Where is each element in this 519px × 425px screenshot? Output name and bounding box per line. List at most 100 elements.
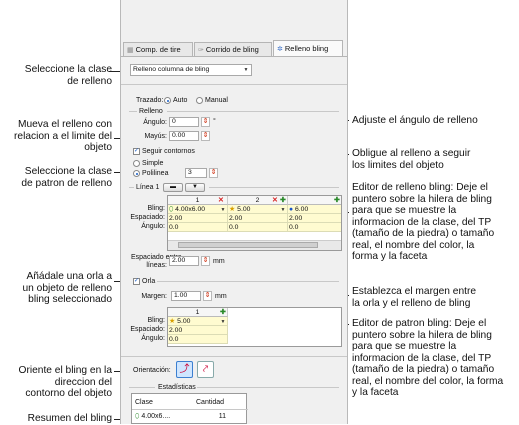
statistics-col-clase: Clase	[135, 399, 153, 406]
annotation-fill-editor: Editor de relleno bling: Deje el puntero…	[352, 182, 495, 262]
annotation-set-margin: Establezca el margen entre la orla y el …	[352, 286, 477, 309]
grid-col-header-2[interactable]: 2	[228, 196, 288, 205]
grid-cell[interactable]: 0.0	[168, 335, 228, 344]
follow-contours-checkbox[interactable]: ✓	[133, 148, 140, 155]
statistics-row-clase: ⬯ 4.00x6....	[135, 413, 171, 420]
divider	[121, 84, 347, 85]
tab-label: Comp. de tire	[135, 45, 181, 54]
tab-relleno-bling[interactable]: ✲ Relleno bling	[273, 40, 343, 56]
grid-cell[interactable]: 0.0	[228, 223, 288, 232]
orientation-label: Orientación:	[133, 367, 171, 374]
grid-col-header-1[interactable]: 1	[168, 308, 228, 317]
angle-input[interactable]: 0	[169, 117, 199, 127]
gem-icon: ⬯	[169, 206, 174, 213]
relleno-group-label: Relleno	[139, 108, 163, 115]
grid1-row-label-angulo: Ángulo:	[141, 223, 165, 230]
group-line	[167, 111, 339, 112]
grid-cell[interactable]: 2.00	[228, 214, 288, 223]
horizontal-scrollbar[interactable]	[168, 240, 341, 250]
group-line	[129, 387, 155, 388]
line-spacing-input[interactable]: 2.00	[169, 256, 199, 266]
line-prev-button[interactable]: ▬	[163, 183, 183, 192]
annotation-select-fill-class: Seleccione la clase de relleno	[24, 64, 112, 87]
grid1-row-label-bling: Bling:	[147, 205, 165, 212]
simple-label: Simple	[142, 160, 164, 167]
orient-along-contour-button[interactable]: ⤴	[176, 361, 193, 378]
bling-pattern-grid[interactable]: 1 ✚ ★ 5.00 ▼ 2.00 0.0	[167, 307, 342, 347]
annotation-move-fill: Mueva el relleno con relacion a el limit…	[14, 119, 112, 153]
polilinea-count-input[interactable]: 3	[185, 168, 207, 178]
polilinea-spinner[interactable]: ⇕	[209, 168, 218, 178]
simple-radio[interactable]	[133, 160, 140, 167]
mayus-label: Mayús:	[144, 133, 167, 140]
fill-class-value: Relleno columna de bling	[133, 66, 210, 73]
statistics-col-cantidad: Cantidad	[196, 399, 225, 406]
gem-icon: ⬯	[135, 413, 140, 420]
line-spacing-spinner[interactable]: ⇕	[201, 256, 210, 266]
statistics-row-cantidad: 11	[218, 413, 226, 420]
grid-cell[interactable]: ● 6.00	[288, 205, 341, 214]
tab-comp-de-tire[interactable]: ▦ Comp. de tire	[123, 42, 193, 56]
annotation-pattern-editor: Editor de patron bling: Deje el puntero …	[352, 318, 504, 398]
angle-spinner[interactable]: ⇕	[201, 117, 210, 127]
tab-label: Corrido de bling	[205, 45, 259, 54]
grid-cell[interactable]: 0.0	[288, 223, 341, 232]
bling-fill-panel: ▦ Comp. de tire ✑ Corrido de bling ✲ Rellen…	[120, 0, 348, 424]
delete-icon[interactable]: ✕	[218, 196, 224, 205]
angle-label: Ángulo:	[143, 119, 167, 126]
angle-unit: °	[213, 118, 216, 125]
margin-input[interactable]: 1.00	[171, 291, 201, 301]
star-icon: ★	[169, 318, 176, 325]
statistics-table: Clase Cantidad ⬯ 4.00x6.... 11	[131, 393, 248, 424]
bling-fill-grid[interactable]: 1 ✕ 2 ✚ ✕ ✚ ⬯ 4.00x6.00 ▼ ★ 5.00 ▼ ● 6.0…	[167, 195, 342, 251]
trazado-manual-radio[interactable]	[196, 97, 203, 104]
grid-cell[interactable]: 0.0	[168, 223, 228, 232]
add-icon[interactable]: ✚	[334, 196, 340, 205]
drop-icon: ●	[289, 206, 294, 213]
annotation-add-border: Añádale una orla a un objeto de relleno …	[22, 271, 113, 305]
orla-label: Orla	[142, 278, 156, 285]
chevron-down-icon[interactable]: ▼	[242, 66, 250, 74]
mayus-input[interactable]: 0.00	[169, 131, 199, 141]
margin-label: Margen:	[141, 293, 167, 300]
chevron-down-icon[interactable]: ▼	[279, 206, 287, 214]
add-icon[interactable]: ✚	[220, 308, 226, 317]
divider	[132, 409, 248, 410]
line-next-button[interactable]: ▼	[185, 183, 205, 192]
margin-unit: mm	[215, 293, 227, 300]
annotation-adjust-angle: Adjuste el ángulo de relleno	[352, 115, 478, 126]
bling-fill-icon: ✲	[277, 46, 283, 53]
delete-icon[interactable]: ✕	[272, 196, 278, 205]
orient-fixed-button[interactable]: ⤤	[197, 361, 214, 378]
statistics-title: Estadísticas	[158, 384, 196, 391]
annotation-follow-contours: Obligue al relleno a seguir los limites …	[352, 148, 471, 171]
group-line	[209, 187, 339, 188]
group-line	[129, 187, 134, 188]
margin-spinner[interactable]: ⇕	[203, 291, 212, 301]
grid1-row-label-espaciado: Espaciado:	[130, 214, 165, 221]
grid-cell[interactable]: 2.00	[288, 214, 341, 223]
fill-class-select[interactable]: Relleno columna de bling	[130, 64, 252, 76]
annotation-bling-summary: Resumen del bling	[27, 413, 112, 424]
trazado-auto-radio[interactable]	[164, 97, 171, 104]
tab-label: Relleno bling	[284, 44, 329, 53]
grid-icon: ▦	[127, 47, 134, 54]
trazado-manual-label: Manual	[205, 97, 228, 104]
grid-cell[interactable]: 2.00	[168, 214, 228, 223]
polilinea-radio[interactable]	[133, 170, 140, 177]
grid2-row-label-bling: Bling:	[147, 317, 165, 324]
grid-cell[interactable]: 2.00	[168, 326, 228, 335]
group-line	[197, 387, 339, 388]
pen-icon: ✑	[198, 47, 204, 54]
tab-corrido-de-bling[interactable]: ✑ Corrido de bling	[194, 42, 272, 56]
follow-contours-label: Seguir contornos	[142, 148, 195, 155]
scroll-thumb[interactable]	[178, 242, 318, 248]
line-spacing-label-2: líneas:	[146, 262, 167, 269]
orla-checkbox[interactable]: ✓	[133, 278, 140, 285]
linea-label: Línea 1	[136, 184, 160, 191]
add-icon[interactable]: ✚	[280, 196, 286, 205]
mayus-spinner[interactable]: ⇕	[201, 131, 210, 141]
chevron-down-icon[interactable]: ▼	[219, 318, 227, 326]
group-line	[157, 281, 339, 282]
chevron-down-icon[interactable]: ▼	[219, 206, 227, 214]
